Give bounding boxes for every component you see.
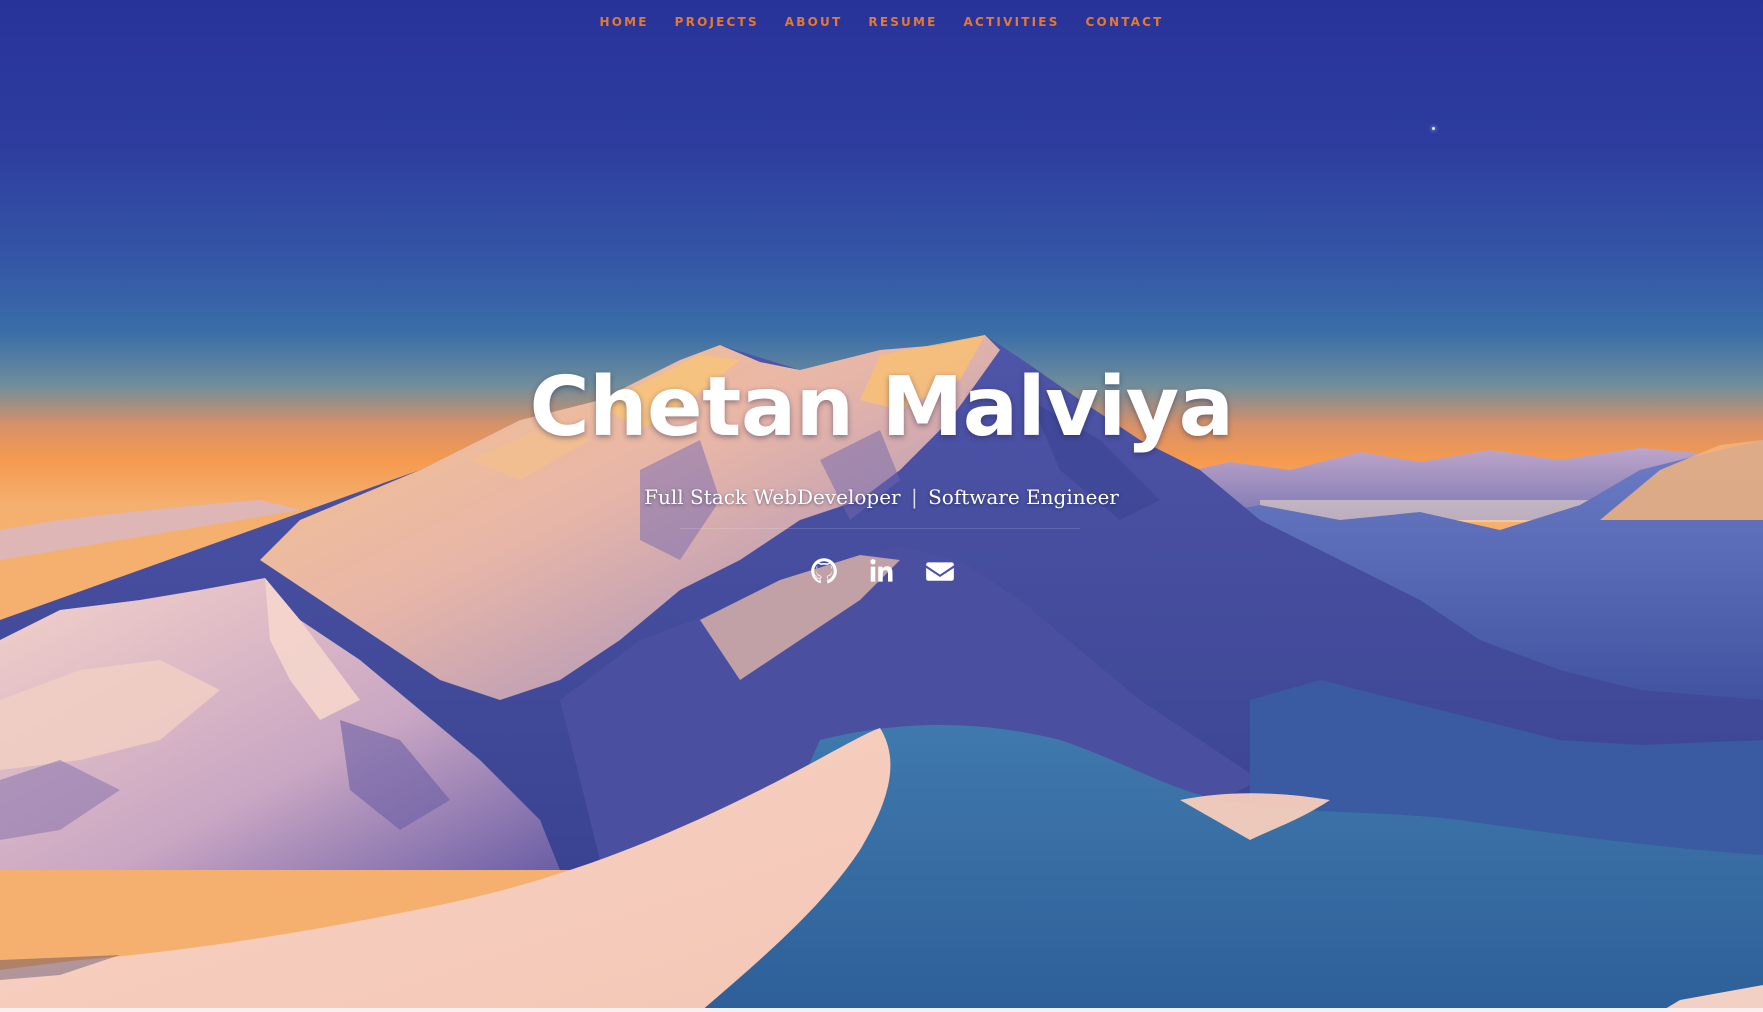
nav-resume[interactable]: RESUME bbox=[868, 11, 937, 33]
bottom-edge bbox=[0, 1008, 1763, 1012]
linkedin-icon bbox=[869, 559, 892, 582]
hero-section: HOME PROJECTS ABOUT RESUME ACTIVITIES CO… bbox=[0, 0, 1763, 1012]
social-links bbox=[0, 556, 1763, 586]
subtitle-role-2: Software Engineer bbox=[928, 485, 1119, 509]
hero-title: Chetan Malviya bbox=[529, 360, 1234, 455]
github-icon bbox=[810, 558, 837, 584]
nav-activities[interactable]: ACTIVITIES bbox=[964, 11, 1060, 33]
nav-projects[interactable]: PROJECTS bbox=[675, 11, 759, 33]
nav-contact[interactable]: CONTACT bbox=[1086, 11, 1164, 33]
email-link[interactable] bbox=[925, 556, 955, 586]
github-link[interactable] bbox=[809, 556, 839, 586]
hero-subtitle: Full Stack WebDeveloper | Software Engin… bbox=[0, 485, 1763, 509]
star-dot bbox=[1432, 127, 1435, 130]
linkedin-link[interactable] bbox=[867, 556, 897, 586]
nav-about[interactable]: ABOUT bbox=[785, 11, 843, 33]
subtitle-separator: | bbox=[910, 485, 918, 509]
envelope-icon bbox=[925, 562, 954, 581]
nav-home[interactable]: HOME bbox=[599, 11, 648, 33]
top-navigation: HOME PROJECTS ABOUT RESUME ACTIVITIES CO… bbox=[0, 0, 1763, 44]
subtitle-role-1: Full Stack WebDeveloper bbox=[644, 485, 901, 509]
hero-divider bbox=[680, 528, 1080, 529]
